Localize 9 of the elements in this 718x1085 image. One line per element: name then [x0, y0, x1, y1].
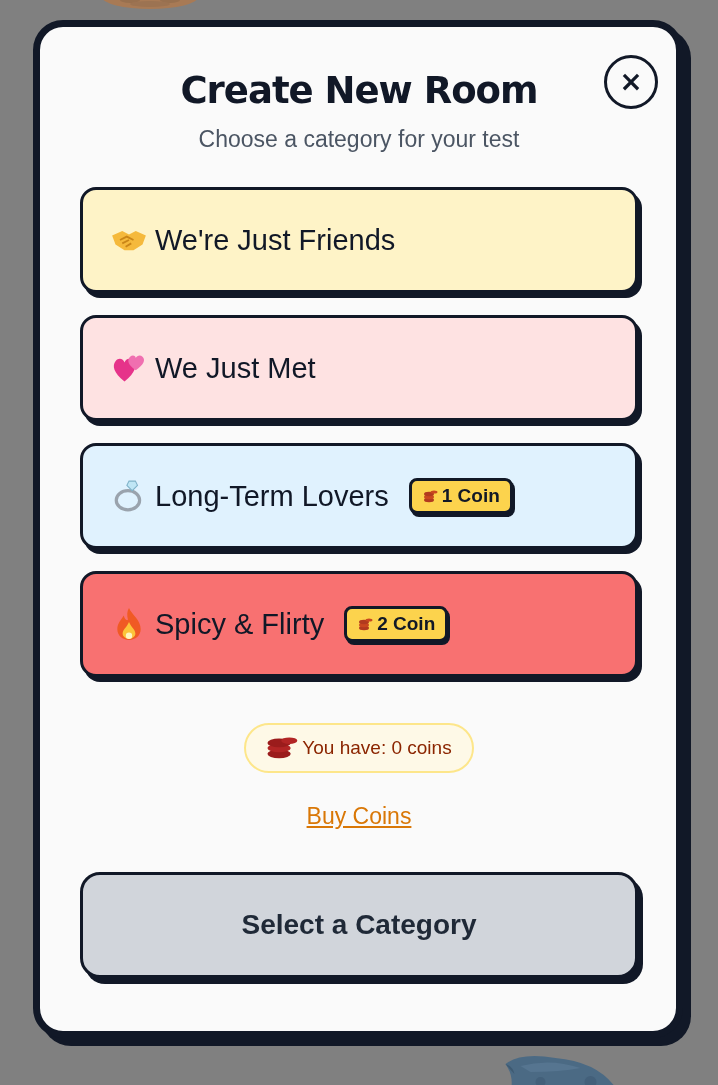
- coins-icon: [357, 617, 374, 631]
- price-text: 2 Coin: [377, 613, 436, 635]
- coins-icon: [266, 736, 299, 760]
- price-text: 1 Coin: [441, 485, 500, 507]
- dialog-subtitle: Choose a category for your test: [198, 126, 520, 153]
- coins-icon: [421, 489, 438, 503]
- balance-text: You have: 0 coins: [302, 737, 452, 759]
- dialog-title: Create New Room: [180, 69, 538, 112]
- close-button[interactable]: ×: [604, 55, 658, 109]
